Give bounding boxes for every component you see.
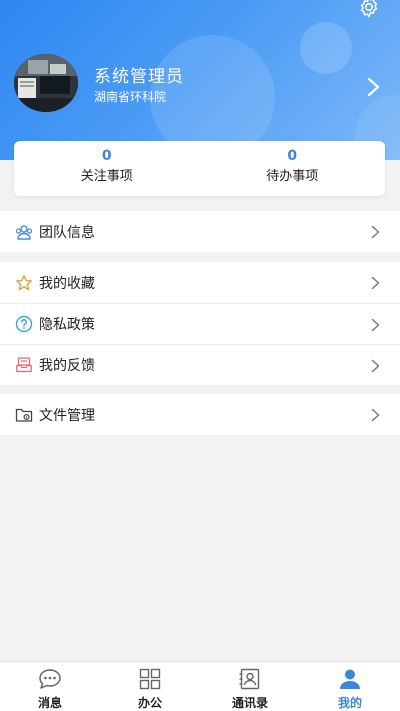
folder-settings-icon xyxy=(15,406,33,424)
tab-label: 通讯录 xyxy=(231,696,268,710)
tab-label: 办公 xyxy=(137,696,162,710)
chevron-right-icon xyxy=(371,225,380,239)
chevron-right-icon xyxy=(371,318,380,332)
tab-office[interactable]: 办公 xyxy=(100,662,200,711)
bottom-tab-bar: 消息 办公 通讯录 我的 xyxy=(0,661,400,711)
chevron-right-icon xyxy=(371,359,380,373)
menu-item-label: 文件管理 xyxy=(39,407,95,424)
team-icon xyxy=(15,223,33,241)
stats-card: 0 关注事项 0 待办事项 xyxy=(14,141,385,196)
chat-icon xyxy=(39,669,61,689)
user-organization: 湖南省环科院 xyxy=(94,90,167,104)
menu-item-privacy-policy[interactable]: 隐私政策 xyxy=(0,303,400,344)
decorative-bubble xyxy=(300,22,352,74)
menu-item-feedback[interactable]: 我的反馈 xyxy=(0,344,400,385)
menu-item-label: 我的反馈 xyxy=(39,358,95,374)
menu-item-file-management[interactable]: 文件管理 xyxy=(0,394,400,435)
avatar[interactable] xyxy=(14,54,78,112)
tab-contacts[interactable]: 通讯录 xyxy=(200,662,300,711)
menu-group-personal: 我的收藏 隐私政策 我的反馈 xyxy=(0,262,400,385)
menu-group-team: 团队信息 xyxy=(0,211,400,252)
menu-item-label: 团队信息 xyxy=(39,224,95,241)
person-icon xyxy=(340,669,360,689)
menu-item-label: 隐私政策 xyxy=(39,317,95,333)
settings-gear-icon[interactable] xyxy=(357,0,381,19)
menu-item-favorites[interactable]: 我的收藏 xyxy=(0,262,400,303)
star-icon xyxy=(15,274,33,292)
stat-label: 待办事项 xyxy=(266,169,319,184)
tab-label: 消息 xyxy=(37,696,62,710)
tab-messages[interactable]: 消息 xyxy=(0,662,100,711)
stat-count: 0 xyxy=(101,148,112,164)
chevron-right-icon xyxy=(371,408,380,422)
inbox-icon xyxy=(15,356,33,374)
user-name: 系统管理员 xyxy=(94,67,184,87)
menu-item-label: 我的收藏 xyxy=(39,275,95,292)
stat-count: 0 xyxy=(287,148,298,164)
menu-item-team-info[interactable]: 团队信息 xyxy=(0,211,400,252)
chevron-right-icon[interactable] xyxy=(366,76,382,98)
stat-followed-items[interactable]: 0 关注事项 xyxy=(14,141,200,196)
grid-icon xyxy=(139,668,161,690)
stat-label: 关注事项 xyxy=(80,169,133,184)
chevron-right-icon xyxy=(371,276,380,290)
contacts-icon xyxy=(239,668,260,690)
tab-me[interactable]: 我的 xyxy=(300,662,400,711)
stat-todo-items[interactable]: 0 待办事项 xyxy=(200,141,386,196)
question-circle-icon xyxy=(15,315,33,333)
tab-label: 我的 xyxy=(337,696,362,710)
profile-header: 系统管理员 湖南省环科院 xyxy=(0,0,400,160)
menu-group-files: 文件管理 xyxy=(0,394,400,435)
